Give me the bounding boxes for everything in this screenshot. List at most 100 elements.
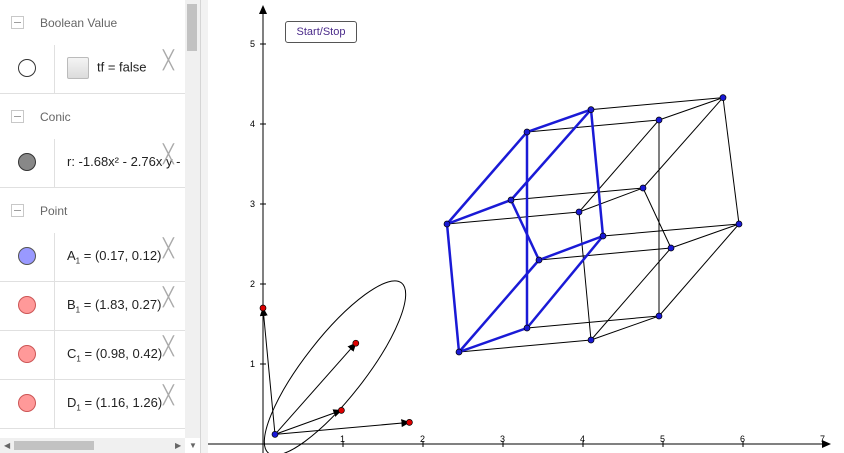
back-cube[interactable] [578, 97, 740, 341]
blue-point [271, 431, 279, 438]
scroll-left-icon[interactable]: ◀ [4, 441, 10, 450]
conic-ellipse[interactable] [245, 264, 426, 453]
cube-point [655, 312, 663, 320]
points[interactable] [259, 94, 743, 438]
red-point [338, 407, 345, 414]
front-cube-edge [509, 199, 541, 261]
connector-edge [602, 223, 740, 237]
close-icon[interactable]: ╳ [163, 336, 174, 357]
x-tick-label: 2 [420, 434, 425, 444]
cube-point [523, 128, 531, 136]
point-marble-icon[interactable] [18, 394, 36, 412]
visibility-toggle[interactable] [0, 282, 55, 330]
cube-point [523, 324, 531, 332]
cube-point [535, 256, 543, 264]
visibility-toggle[interactable] [0, 233, 55, 281]
category-label: Boolean Value [40, 16, 118, 30]
category-point[interactable]: Point [0, 188, 185, 234]
view-splitter[interactable] [200, 0, 208, 453]
tf-expression: tf = false [97, 59, 147, 75]
cube-point [587, 336, 595, 344]
front-cube[interactable] [445, 108, 605, 354]
start-stop-button[interactable]: Start/Stop [285, 21, 357, 43]
front-cube-edge [445, 223, 461, 353]
back-cube-edge [578, 119, 660, 213]
vertical-scrollbar[interactable] [185, 0, 200, 438]
vector-inner-1 [274, 409, 343, 435]
cube-point [639, 184, 647, 192]
cube-point [599, 232, 607, 240]
conic-marble-icon[interactable] [18, 153, 36, 171]
point-marble-icon[interactable] [18, 247, 36, 265]
connector-edge [510, 187, 644, 201]
category-label: Point [40, 204, 68, 218]
vector-right [274, 419, 411, 435]
front-cube-edge [589, 109, 605, 237]
connector-edge [526, 315, 660, 329]
algebra-item-D1[interactable]: D1 = (1.16, 1.26) ╳ [0, 380, 185, 429]
cube-point [655, 116, 663, 124]
category-boolean-value[interactable]: Boolean Value [0, 0, 185, 46]
x-tick-label: 7 [820, 434, 825, 444]
algebra-item-conic[interactable]: r: -1.68x² - 2.76x y - ╳ [0, 139, 185, 188]
cube-point [735, 220, 743, 228]
vector-triangle[interactable] [259, 307, 411, 435]
scroll-right-icon[interactable]: ▶ [175, 441, 181, 450]
x-tick-label: 6 [740, 434, 745, 444]
red-point [352, 339, 360, 347]
close-icon[interactable]: ╳ [163, 144, 174, 165]
category-conic[interactable]: Conic [0, 94, 185, 140]
close-icon[interactable]: ╳ [163, 385, 174, 406]
visibility-toggle[interactable] [0, 380, 55, 428]
x-tick-label: 1 [340, 434, 345, 444]
algebra-item-B1[interactable]: B1 = (1.83, 0.27) ╳ [0, 282, 185, 331]
scroll-down-icon[interactable]: ▼ [189, 441, 197, 450]
point-value: = (1.83, 0.27) [80, 297, 162, 312]
point-name: A [67, 248, 76, 263]
vertical-scroll-thumb[interactable] [187, 4, 197, 51]
close-icon[interactable]: ╳ [163, 50, 174, 71]
axes: 1 2 3 4 5 6 7 1 2 3 4 5 [208, 5, 831, 453]
collapse-icon[interactable] [11, 16, 24, 29]
vector-inner-2 [274, 342, 357, 435]
red-point [259, 304, 267, 312]
back-cube-edge [578, 187, 644, 213]
algebra-item-A1[interactable]: A1 = (0.17, 0.12) ╳ [0, 233, 185, 282]
graphics-view[interactable]: 1 2 3 4 5 6 7 1 2 3 4 5 [208, 0, 844, 453]
close-icon[interactable]: ╳ [163, 287, 174, 308]
collapse-icon[interactable] [11, 204, 24, 217]
hidden-marble-icon[interactable] [18, 59, 36, 77]
algebra-item-C1[interactable]: C1 = (0.98, 0.42) ╳ [0, 331, 185, 380]
point-marble-icon[interactable] [18, 296, 36, 314]
y-tick-label: 4 [250, 119, 255, 129]
visibility-toggle[interactable] [0, 45, 55, 93]
tf-checkbox[interactable] [67, 57, 89, 79]
x-tick-label: 4 [580, 434, 585, 444]
vector-up [259, 307, 276, 435]
cube-point [719, 94, 727, 101]
cube-point [587, 106, 595, 113]
back-cube-edge [642, 187, 672, 249]
x-tick-label: 5 [660, 434, 665, 444]
cube-point [575, 208, 583, 216]
point-name: C [67, 346, 77, 361]
red-point [406, 419, 413, 426]
x-tick-label: 3 [500, 434, 505, 444]
close-icon[interactable]: ╳ [163, 238, 174, 259]
point-name: B [67, 297, 76, 312]
y-tick-label: 2 [250, 279, 255, 289]
category-label: Conic [40, 110, 71, 124]
cube-point [667, 244, 675, 252]
collapse-icon[interactable] [11, 110, 24, 123]
visibility-toggle[interactable] [0, 331, 55, 379]
visibility-toggle[interactable] [0, 139, 55, 187]
point-value: = (0.98, 0.42) [80, 346, 163, 361]
point-name: D [67, 395, 77, 410]
connector-edge [446, 211, 580, 225]
back-cube-edge [578, 211, 592, 341]
algebra-item-tf[interactable]: tf = false ╳ [0, 45, 185, 94]
point-value: = (0.17, 0.12) [80, 248, 162, 263]
connector-edge [538, 247, 672, 261]
point-marble-icon[interactable] [18, 345, 36, 363]
horizontal-scroll-thumb[interactable] [14, 441, 94, 450]
